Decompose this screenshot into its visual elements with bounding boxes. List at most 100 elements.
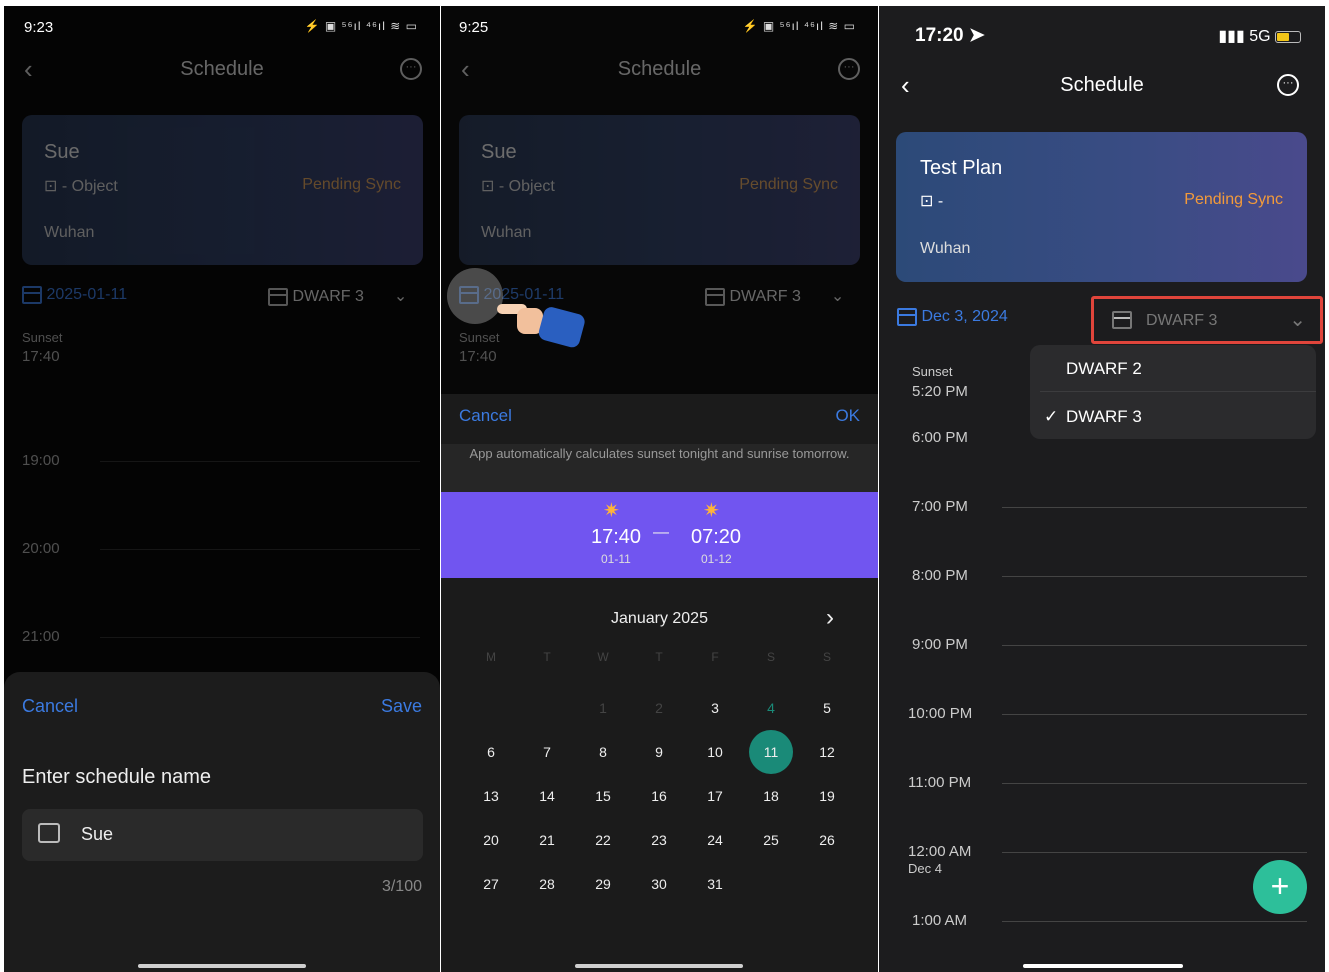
calendar-day[interactable]: 1 bbox=[575, 686, 631, 730]
more-icon[interactable]: ··· bbox=[838, 58, 860, 80]
dropdown-option[interactable]: DWARF 2 bbox=[1066, 359, 1142, 379]
chevron-down-icon: ⌄ bbox=[1289, 309, 1306, 331]
calendar-day[interactable]: 3 bbox=[687, 686, 743, 730]
device-icon bbox=[1112, 311, 1132, 329]
header: ‹ Schedule ··· bbox=[4, 56, 440, 86]
next-day-label: Dec 4 bbox=[908, 861, 942, 876]
calendar-day[interactable]: 23 bbox=[631, 818, 687, 862]
schedule-card[interactable]: Test Plan ⊡ - Pending Sync Wuhan bbox=[896, 132, 1307, 282]
more-icon[interactable]: ··· bbox=[400, 58, 422, 80]
sunset-label: Sunset bbox=[22, 330, 63, 345]
calendar-day[interactable]: 20 bbox=[463, 818, 519, 862]
schedule-card[interactable]: Sue ⊡ - Object Pending Sync Wuhan bbox=[22, 115, 423, 265]
ok-button[interactable]: OK bbox=[835, 406, 860, 426]
card-name: Sue bbox=[44, 141, 80, 163]
cancel-button[interactable]: Cancel bbox=[22, 696, 78, 717]
device-icon bbox=[705, 287, 725, 306]
header: ‹ Schedule ··· bbox=[441, 56, 878, 86]
weekday-label: M bbox=[486, 650, 496, 664]
end-date: 01-12 bbox=[701, 552, 732, 566]
checkmark-icon: ✓ bbox=[1044, 407, 1059, 426]
calendar-day[interactable]: 14 bbox=[519, 774, 575, 818]
calendar-day[interactable]: 4 bbox=[743, 686, 799, 730]
pointing-hand-icon bbox=[489, 296, 585, 348]
chevron-down-icon: ⌄ bbox=[393, 288, 408, 305]
schedule-name-input[interactable]: Sue bbox=[22, 809, 423, 861]
screen-name-entry: 9:23 ⚡ ▣ ⁵⁶ıl ⁴⁶ıl ≋ ▭ ‹ Schedule ··· Su… bbox=[4, 6, 440, 972]
calendar-day[interactable]: 12 bbox=[799, 730, 855, 774]
calendar-day[interactable]: 19 bbox=[799, 774, 855, 818]
calendar-day[interactable]: 9 bbox=[631, 730, 687, 774]
calendar-day[interactable]: 29 bbox=[575, 862, 631, 906]
calendar-day[interactable]: 5 bbox=[799, 686, 855, 730]
hour-line bbox=[1002, 576, 1307, 577]
sunset-time: 5:20 PM bbox=[912, 383, 968, 400]
hour-label: 10:00 PM bbox=[908, 705, 973, 722]
calendar-day[interactable]: 11 bbox=[743, 730, 799, 774]
calendar-day[interactable]: 16 bbox=[631, 774, 687, 818]
device-selector[interactable]: DWARF 3 ⌄ bbox=[1091, 296, 1323, 344]
device-selector[interactable]: DWARF 3 ⌄ bbox=[268, 286, 407, 306]
calendar-day[interactable]: 25 bbox=[743, 818, 799, 862]
hour-line bbox=[100, 549, 420, 550]
calendar-day[interactable]: 15 bbox=[575, 774, 631, 818]
calendar-day[interactable]: 7 bbox=[519, 730, 575, 774]
signal-icon: ▮▮▮ bbox=[1218, 28, 1245, 45]
date-picker-button[interactable]: 2025-01-11 bbox=[22, 286, 127, 304]
calendar-day[interactable]: 26 bbox=[799, 818, 855, 862]
hour-line bbox=[100, 461, 420, 462]
start-time: 17:40 bbox=[591, 526, 642, 548]
home-indicator bbox=[575, 964, 743, 968]
card-location: Wuhan bbox=[481, 224, 532, 241]
calendar-day[interactable]: 10 bbox=[687, 730, 743, 774]
cancel-button[interactable]: Cancel bbox=[459, 406, 512, 426]
status-icons: ▮▮▮ 5G bbox=[1218, 26, 1301, 46]
weekday-label: S bbox=[766, 650, 775, 664]
save-button[interactable]: Save bbox=[381, 696, 422, 717]
sync-status: Pending Sync bbox=[1184, 191, 1283, 208]
calendar-day[interactable]: 22 bbox=[575, 818, 631, 862]
more-icon[interactable]: ··· bbox=[1277, 74, 1299, 96]
chevron-down-icon: ⌄ bbox=[830, 288, 845, 305]
calendar-day[interactable]: 6 bbox=[463, 730, 519, 774]
hour-label: 9:00 PM bbox=[912, 636, 968, 653]
weekday-label: F bbox=[711, 650, 719, 664]
hour-line bbox=[1002, 645, 1307, 646]
calendar-day[interactable]: 31 bbox=[687, 862, 743, 906]
divider bbox=[1040, 391, 1316, 392]
calendar-day[interactable]: 2 bbox=[631, 686, 687, 730]
hour-label: 7:00 PM bbox=[912, 498, 968, 515]
calendar-day[interactable]: 21 bbox=[519, 818, 575, 862]
calendar-day[interactable]: 27 bbox=[463, 862, 519, 906]
hour-label: 8:00 PM bbox=[912, 567, 968, 584]
status-time: 9:25 bbox=[459, 19, 489, 36]
hour-line bbox=[1002, 714, 1307, 715]
calendar-day[interactable]: 24 bbox=[687, 818, 743, 862]
dropdown-option-selected[interactable]: DWARF 3 bbox=[1066, 407, 1142, 427]
calendar-day[interactable]: 13 bbox=[463, 774, 519, 818]
hour-label: 20:00 bbox=[22, 540, 60, 557]
calendar-day[interactable]: 30 bbox=[631, 862, 687, 906]
calendar-day bbox=[463, 686, 519, 730]
weekday-label: W bbox=[597, 650, 609, 664]
calendar-day[interactable]: 17 bbox=[687, 774, 743, 818]
add-button[interactable]: + bbox=[1253, 860, 1307, 914]
calendar-day[interactable]: 28 bbox=[519, 862, 575, 906]
month-title: January 2025 bbox=[611, 610, 708, 627]
device-dropdown: DWARF 2 ✓ DWARF 3 bbox=[1030, 345, 1316, 439]
calendar-day[interactable]: 18 bbox=[743, 774, 799, 818]
hour-label: 6:00 PM bbox=[912, 429, 968, 446]
schedule-card[interactable]: Sue ⊡ - Object Pending Sync Wuhan bbox=[459, 115, 860, 265]
weekday-label: T bbox=[655, 650, 663, 664]
card-name: Sue bbox=[481, 141, 517, 163]
sunset-time: 17:40 bbox=[22, 348, 60, 365]
card-location: Wuhan bbox=[44, 224, 95, 241]
calendar-day[interactable]: 8 bbox=[575, 730, 631, 774]
hour-label: 1:00 AM bbox=[912, 912, 968, 929]
page-title: Schedule bbox=[617, 58, 702, 80]
target-icon: ⊡ bbox=[481, 178, 499, 195]
next-month-icon[interactable]: › bbox=[826, 604, 834, 632]
device-selector[interactable]: DWARF 3 ⌄ bbox=[705, 286, 844, 306]
date-picker-button[interactable]: Dec 3, 2024 bbox=[897, 308, 1008, 326]
calendar-day bbox=[519, 686, 575, 730]
